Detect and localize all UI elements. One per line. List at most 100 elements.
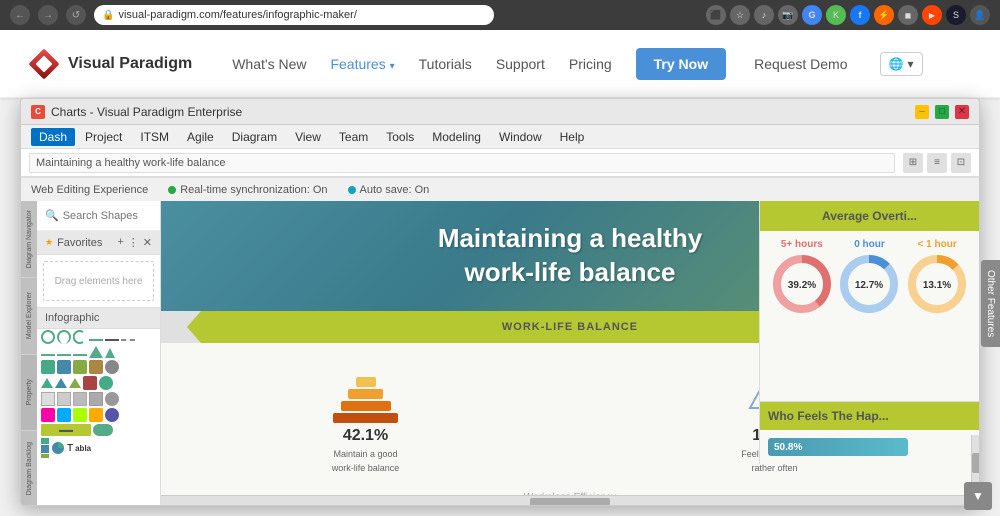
refresh-button[interactable]: ↺ (66, 5, 86, 25)
s-icon[interactable]: S (946, 5, 966, 25)
shape-pill[interactable] (93, 424, 113, 436)
infographic-canvas[interactable]: Maintaining a healthy work-life balance … (161, 201, 979, 495)
browser-ext1[interactable]: ◼ (898, 5, 918, 25)
shape-small-triangle[interactable] (105, 348, 115, 358)
menu-help[interactable]: Help (552, 128, 593, 146)
shape-pie[interactable] (51, 441, 65, 455)
manage-favorite-button[interactable]: ⋮ (128, 236, 139, 249)
language-selector[interactable]: 🌐 ▾ (880, 52, 923, 76)
add-favorite-button[interactable]: + (117, 236, 123, 249)
shape-dotted[interactable] (121, 339, 135, 341)
pricing-link[interactable]: Pricing (569, 56, 612, 72)
shape-rect-olive[interactable] (73, 360, 87, 374)
facebook-icon[interactable]: f (850, 5, 870, 25)
shape-sq-2[interactable] (57, 392, 71, 406)
toolbar-icon-2[interactable]: ≡ (927, 153, 947, 173)
menu-diagram[interactable]: Diagram (224, 128, 285, 146)
menu-tools[interactable]: Tools (378, 128, 422, 146)
toolbar-icon-3[interactable]: ⊡ (951, 153, 971, 173)
menu-window[interactable]: Window (491, 128, 550, 146)
shape-banner[interactable]: ▬▬ (41, 424, 91, 436)
camera-icon[interactable]: 📷 (778, 5, 798, 25)
side-tab-4[interactable]: Diagram Backlog (21, 431, 37, 506)
features-link[interactable]: Features ▾ (330, 56, 394, 72)
google-icon[interactable]: G (802, 5, 822, 25)
other-features-tab[interactable]: Other Features (981, 260, 1000, 347)
menu-itsm[interactable]: ITSM (132, 128, 177, 146)
request-demo-button[interactable]: Request Demo (754, 56, 847, 72)
shape-sq-3[interactable] (73, 392, 87, 406)
shape-line[interactable] (89, 339, 103, 341)
shape-text-icon[interactable]: T (67, 443, 73, 454)
menu-view[interactable]: View (287, 128, 329, 146)
url-text: visual-paradigm.com/features/infographic… (118, 9, 356, 21)
user-icon[interactable]: 👤 (970, 5, 990, 25)
try-now-button[interactable]: Try Now (636, 48, 726, 80)
scrollbar-thumb-horizontal[interactable] (530, 498, 610, 506)
scrollbar-thumb-vertical[interactable] (972, 453, 979, 473)
menu-team[interactable]: Team (331, 128, 376, 146)
shape-dash[interactable] (105, 339, 119, 341)
infographic-section-header[interactable]: Infographic (37, 307, 160, 329)
extensions-icon[interactable]: ⬛ (706, 5, 726, 25)
close-button[interactable]: ✕ (955, 105, 969, 119)
whats-new-link[interactable]: What's New (232, 56, 306, 72)
menu-agile[interactable]: Agile (179, 128, 222, 146)
shape-rect-brown[interactable] (89, 360, 103, 374)
shape-rect-green[interactable] (41, 360, 55, 374)
tutorials-link[interactable]: Tutorials (419, 56, 472, 72)
menu-modeling[interactable]: Modeling (424, 128, 489, 146)
lightning-icon[interactable]: ⚡ (874, 5, 894, 25)
minimize-button[interactable]: – (915, 105, 929, 119)
side-tab-1[interactable]: Diagram Navigator (21, 201, 37, 277)
bookmark-icon[interactable]: ☆ (730, 5, 750, 25)
menu-dash[interactable]: Dash (31, 128, 75, 146)
shape-arc[interactable] (57, 330, 71, 344)
shape-orange[interactable] (89, 408, 103, 422)
side-tab-3[interactable]: Property (21, 355, 37, 431)
realtime-dot (168, 186, 176, 194)
shape-lime[interactable] (73, 408, 87, 422)
shape-sq-1[interactable] (41, 392, 55, 406)
shape-pink[interactable] (41, 408, 55, 422)
browser-bar: ← → ↺ 🔒 visual-paradigm.com/features/inf… (0, 0, 1000, 30)
forward-button[interactable]: → (38, 5, 58, 25)
shape-tri-o[interactable] (69, 378, 81, 388)
site-logo[interactable]: Visual Paradigm (30, 50, 192, 78)
shape-row-8: T abla (37, 437, 160, 459)
horizontal-scrollbar[interactable] (161, 495, 979, 506)
shape-cube-red[interactable] (83, 376, 97, 390)
menu-project[interactable]: Project (77, 128, 130, 146)
progress-value: 50.8% (774, 442, 802, 453)
shape-purple-circle[interactable] (105, 408, 119, 422)
address-bar[interactable]: 🔒 visual-paradigm.com/features/infograph… (94, 5, 494, 25)
shape-c[interactable] (73, 330, 87, 344)
k-icon[interactable]: K (826, 5, 846, 25)
side-tab-2[interactable]: Model Explorer (21, 278, 37, 354)
shape-data-icon[interactable]: abla (75, 444, 91, 453)
shape-line-2[interactable] (41, 354, 55, 356)
close-favorite-button[interactable]: ✕ (143, 236, 152, 249)
shape-sq-4[interactable] (89, 392, 103, 406)
maximize-button[interactable]: □ (935, 105, 949, 119)
shape-bar-chart[interactable] (41, 438, 49, 458)
reddit-icon[interactable]: ▶ (922, 5, 942, 25)
shape-triangle[interactable] (89, 346, 103, 358)
scroll-down-button[interactable]: ▼ (964, 482, 992, 510)
shape-circle-gray[interactable] (105, 360, 119, 374)
shape-line-3[interactable] (57, 354, 71, 356)
back-button[interactable]: ← (10, 5, 30, 25)
search-shapes-input[interactable] (63, 210, 161, 222)
shape-rect-blue[interactable] (57, 360, 71, 374)
shape-tri-b[interactable] (55, 378, 67, 388)
file-path[interactable]: Maintaining a healthy work-life balance (29, 153, 895, 173)
shape-circle-outline[interactable] (41, 330, 55, 344)
shape-circle-g[interactable] (99, 376, 113, 390)
music-icon[interactable]: ♪ (754, 5, 774, 25)
shape-cyan[interactable] (57, 408, 71, 422)
shape-cir-5[interactable] (105, 392, 119, 406)
shape-line-4[interactable] (73, 354, 87, 356)
toolbar-icon-1[interactable]: ⊞ (903, 153, 923, 173)
support-link[interactable]: Support (496, 56, 545, 72)
shape-tri-g[interactable] (41, 378, 53, 388)
